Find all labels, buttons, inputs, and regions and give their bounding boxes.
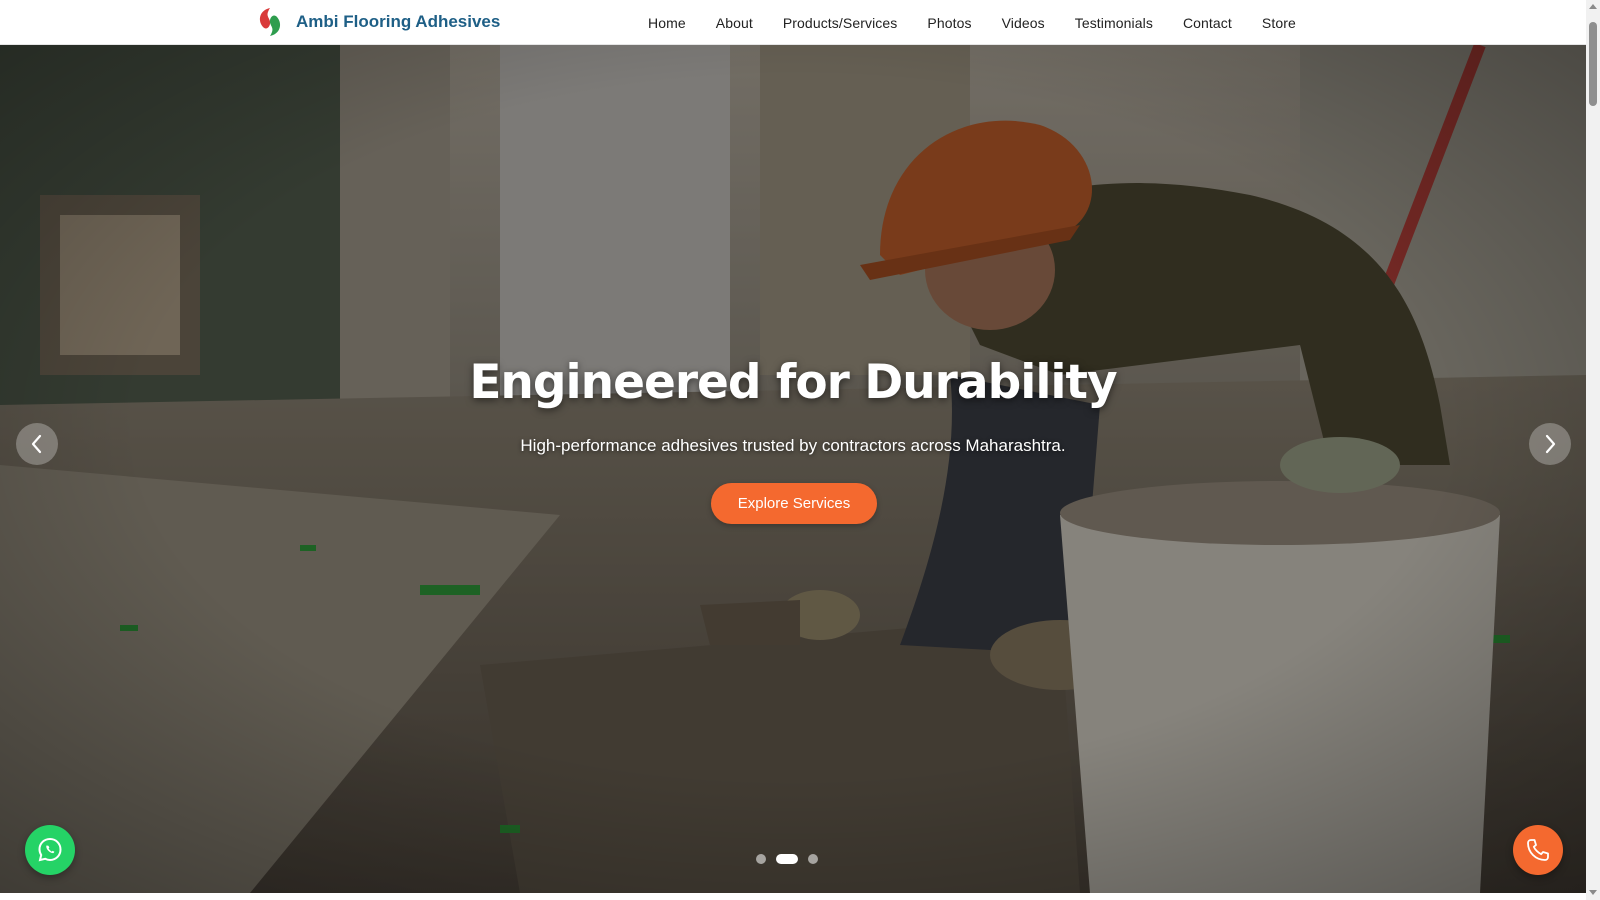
- nav-about[interactable]: About: [716, 15, 753, 31]
- call-button[interactable]: [1513, 825, 1563, 875]
- nav-products-services[interactable]: Products/Services: [783, 15, 898, 31]
- page-scrollbar[interactable]: [1586, 0, 1600, 900]
- scroll-down-arrow-icon[interactable]: [1589, 890, 1597, 895]
- nav-photos[interactable]: Photos: [927, 15, 971, 31]
- nav-store[interactable]: Store: [1262, 15, 1296, 31]
- hero-carousel: Engineered for Durability High-performan…: [0, 45, 1586, 893]
- site-header: Ambi Flooring Adhesives Home About Produ…: [0, 0, 1586, 45]
- carousel-dot-3[interactable]: [808, 854, 818, 864]
- chevron-left-icon: [31, 434, 42, 454]
- page-bottom-edge: [0, 893, 1586, 900]
- nav-testimonials[interactable]: Testimonials: [1075, 15, 1153, 31]
- hero-title: Engineered for Durability: [469, 355, 1117, 410]
- nav-contact[interactable]: Contact: [1183, 15, 1232, 31]
- scroll-thumb[interactable]: [1589, 22, 1597, 106]
- brand-link[interactable]: Ambi Flooring Adhesives: [254, 6, 500, 38]
- chevron-right-icon: [1545, 434, 1556, 454]
- nav-home[interactable]: Home: [648, 15, 686, 31]
- nav-videos[interactable]: Videos: [1002, 15, 1045, 31]
- brand-name: Ambi Flooring Adhesives: [296, 12, 501, 31]
- carousel-indicators: [756, 853, 818, 865]
- carousel-next-button[interactable]: [1529, 423, 1571, 465]
- scroll-up-arrow-icon[interactable]: [1589, 4, 1597, 9]
- whatsapp-icon: [38, 837, 62, 862]
- hero-subtitle: High-performance adhesives trusted by co…: [520, 436, 1066, 455]
- whatsapp-button[interactable]: [25, 825, 75, 875]
- carousel-dot-2[interactable]: [776, 854, 798, 864]
- hero-background-image: [0, 45, 1586, 893]
- phone-icon: [1527, 839, 1549, 861]
- main-nav: Home About Products/Services Photos Vide…: [648, 0, 1296, 45]
- leaf-swirl-logo-icon: [255, 7, 285, 37]
- carousel-prev-button[interactable]: [16, 423, 58, 465]
- carousel-dot-1[interactable]: [756, 854, 766, 864]
- explore-services-button[interactable]: Explore Services: [711, 483, 877, 524]
